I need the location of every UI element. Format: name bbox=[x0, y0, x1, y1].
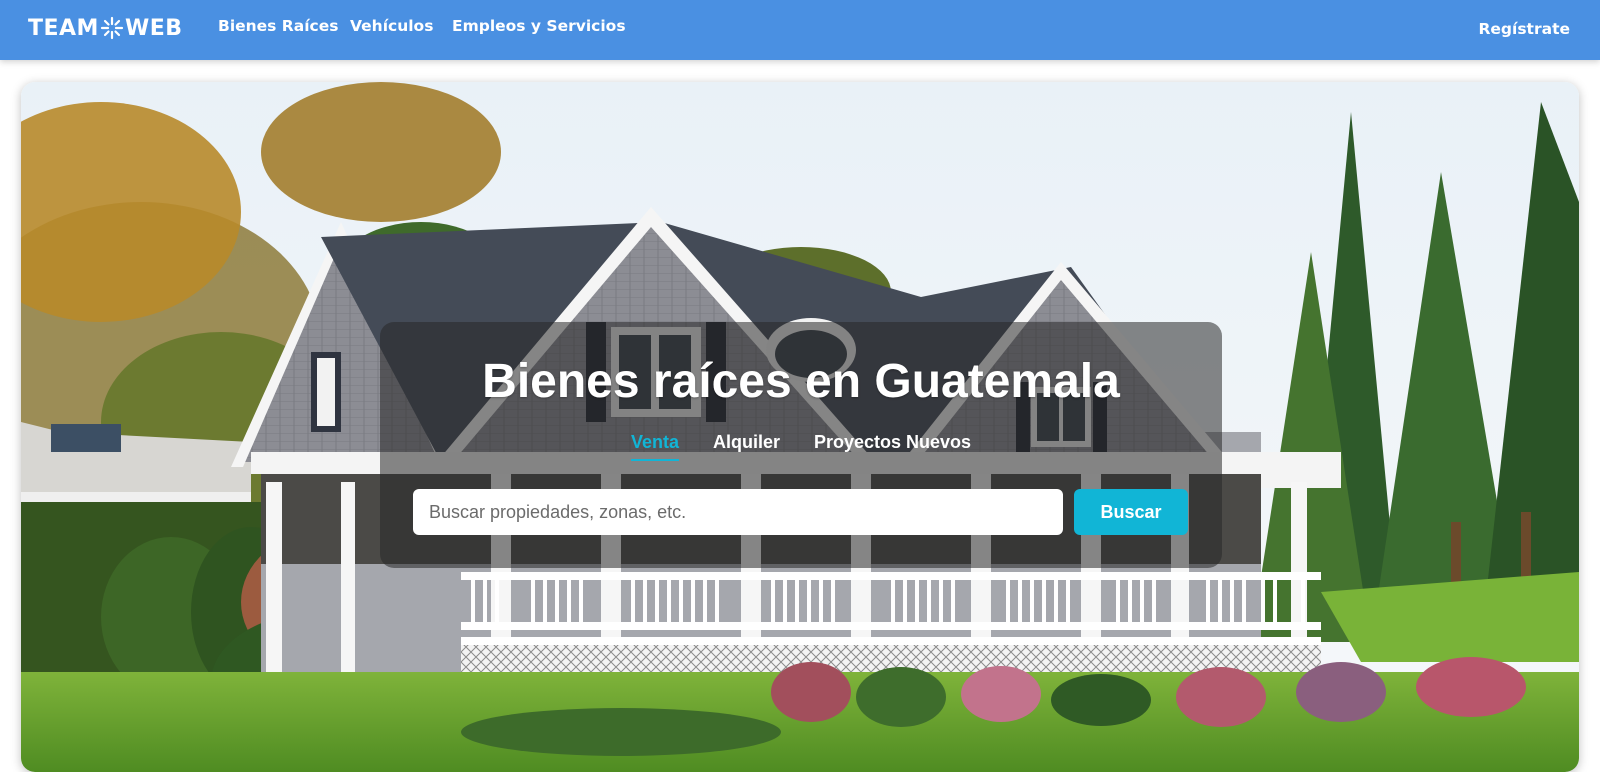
search-button[interactable]: Buscar bbox=[1074, 489, 1188, 535]
sparkle-icon bbox=[100, 16, 124, 40]
top-navbar: TEAM WEB Bienes Raíces Vehículos Empleos… bbox=[0, 0, 1600, 60]
logo-text-left: TEAM bbox=[28, 15, 99, 41]
hero-title: Bienes raíces en Guatemala bbox=[482, 355, 1120, 408]
tab-proyectos-nuevos[interactable]: Proyectos Nuevos bbox=[814, 432, 971, 461]
teamweb-logo[interactable]: TEAM WEB bbox=[28, 14, 183, 42]
tab-venta[interactable]: Venta bbox=[630, 432, 679, 461]
tab-alquiler[interactable]: Alquiler bbox=[713, 432, 780, 461]
nav-link-empleos-servicios[interactable]: Empleos y Servicios bbox=[452, 17, 626, 35]
hero-banner: Bienes raíces en Guatemala Venta Alquile… bbox=[21, 82, 1579, 772]
search-input[interactable] bbox=[413, 489, 1063, 535]
search-panel: Bienes raíces en Guatemala Venta Alquile… bbox=[380, 322, 1222, 568]
logo-text-right: WEB bbox=[124, 15, 183, 41]
listing-type-tabs: Venta Alquiler Proyectos Nuevos bbox=[380, 432, 1222, 461]
nav-link-vehiculos[interactable]: Vehículos bbox=[350, 17, 433, 35]
nav-link-bienes-raices[interactable]: Bienes Raíces bbox=[218, 17, 338, 35]
register-link[interactable]: Regístrate bbox=[1478, 20, 1570, 38]
